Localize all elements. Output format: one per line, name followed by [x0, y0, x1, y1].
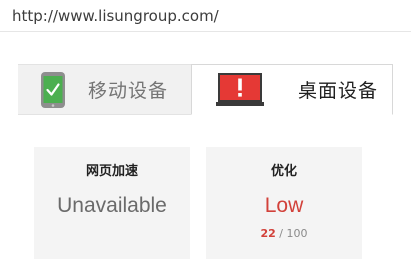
optimization-score: 22 / 100 — [206, 227, 362, 240]
optimization-title: 优化 — [270, 164, 297, 179]
optimization-score-max: / 100 — [279, 227, 308, 240]
page-speed-value: Unavailable — [57, 194, 167, 217]
optimization-score-number: 22 — [260, 227, 276, 240]
optimization-value: Low — [264, 194, 304, 217]
tab-mobile[interactable]: 移动设备 — [18, 64, 191, 115]
desktop-warning-icon — [216, 72, 264, 106]
tab-mobile-label: 移动设备 — [88, 80, 169, 102]
page-speed-card: 网页加速 Unavailable — [34, 147, 190, 259]
optimization-card: 优化 Low 22 / 100 — [206, 147, 362, 259]
url-text: http://www.lisungroup.com/ — [12, 7, 219, 25]
device-tabs: 移动设备 桌面设备 — [18, 64, 393, 115]
url-bar[interactable]: http://www.lisungroup.com/ — [0, 0, 411, 32]
page-root: http://www.lisungroup.com/ 移动设备 桌面设备 网页加 — [0, 0, 411, 268]
tab-desktop-label: 桌面设备 — [298, 80, 379, 102]
tab-desktop[interactable]: 桌面设备 — [191, 64, 393, 115]
page-speed-title: 网页加速 — [85, 164, 138, 179]
mobile-phone-check-icon — [41, 71, 65, 108]
